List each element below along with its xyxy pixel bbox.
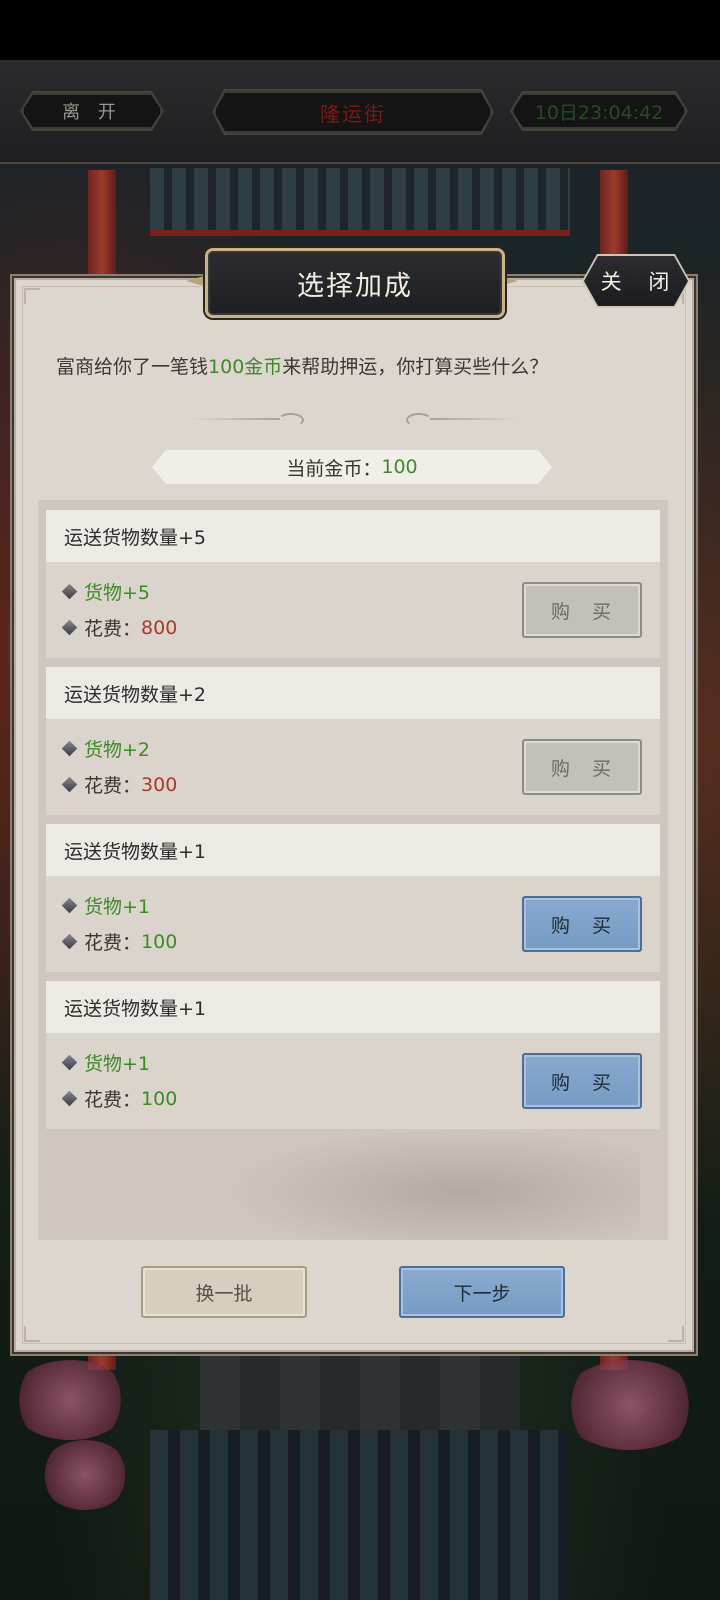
cost-value: 300 xyxy=(141,773,178,796)
item-body: 货物+1 花费： 100 购 买 xyxy=(46,876,660,972)
cost-value: 100 xyxy=(141,1087,178,1110)
item-body: 货物+5 花费： 800 购 买 xyxy=(46,562,660,658)
courtyard xyxy=(200,1345,520,1435)
divider xyxy=(430,418,520,420)
gold-label: 当前金币： xyxy=(286,457,382,480)
divider xyxy=(190,418,280,420)
buy-button[interactable]: 购 买 xyxy=(522,739,642,795)
goods-value: 货物+2 xyxy=(84,739,151,761)
cost-label: 花费： xyxy=(84,775,142,797)
blossom-tree xyxy=(560,1360,700,1450)
cost-line: 花费： 100 xyxy=(61,928,178,955)
next-step-button[interactable]: 下一步 xyxy=(399,1266,565,1318)
bonus-item: 运送货物数量+1 货物+1 花费： 100 购 买 xyxy=(46,824,660,972)
cost-value: 100 xyxy=(141,930,178,953)
bonus-item: 运送货物数量+2 货物+2 花费： 300 购 买 xyxy=(46,667,660,815)
location-label: 隆运街 xyxy=(214,91,492,133)
item-title: 运送货物数量+1 xyxy=(46,981,660,1033)
divider-ornament xyxy=(278,413,304,427)
cost-value: 800 xyxy=(141,616,178,639)
goods-line: 货物+1 xyxy=(61,1049,151,1076)
palace-roof xyxy=(150,168,570,236)
goods-line: 货物+5 xyxy=(61,578,151,605)
goods-value: 货物+1 xyxy=(84,1053,151,1075)
goods-line: 货物+2 xyxy=(61,735,151,762)
datetime-label: 10日23:04:42 xyxy=(512,93,686,129)
prompt-text: 富商给你了一笔钱 xyxy=(56,356,209,378)
diamond-icon xyxy=(61,897,78,914)
item-title: 运送货物数量+1 xyxy=(46,824,660,876)
cost-label: 花费： xyxy=(84,932,142,954)
diamond-icon xyxy=(61,1090,78,1107)
divider-ornament xyxy=(406,413,432,427)
top-bar: 离 开 隆运街 10日23:04:42 xyxy=(0,60,720,164)
item-body: 货物+1 花费： 100 购 买 xyxy=(46,1033,660,1129)
cost-label: 花费： xyxy=(84,618,142,640)
buy-button[interactable]: 购 买 xyxy=(522,896,642,952)
bonus-item: 运送货物数量+5 货物+5 花费： 800 购 买 xyxy=(46,510,660,658)
blossom-tree xyxy=(40,1440,130,1510)
cost-line: 花费： 800 xyxy=(61,614,178,641)
ink-landscape xyxy=(200,1120,640,1240)
dialog-title: 选择加成 xyxy=(205,248,505,318)
gate-roof xyxy=(150,1430,570,1600)
leave-button[interactable]: 离 开 xyxy=(22,93,162,129)
frame-corner xyxy=(24,1326,40,1342)
buy-button[interactable]: 购 买 xyxy=(522,582,642,638)
frame-corner xyxy=(668,1326,684,1342)
diamond-icon xyxy=(61,583,78,600)
prompt-text: 来帮助押运，你打算买些什么？ xyxy=(282,356,549,378)
close-button[interactable]: 关 闭 xyxy=(584,256,688,306)
current-gold-banner: 当前金币： 100 xyxy=(152,450,552,484)
frame-corner xyxy=(24,288,40,304)
diamond-icon xyxy=(61,1054,78,1071)
diamond-icon xyxy=(61,933,78,950)
goods-value: 货物+5 xyxy=(84,582,151,604)
item-body: 货物+2 花费： 300 购 买 xyxy=(46,719,660,815)
diamond-icon xyxy=(61,776,78,793)
item-title: 运送货物数量+2 xyxy=(46,667,660,719)
prompt-amount: 100金币 xyxy=(208,356,283,378)
cost-line: 花费： 100 xyxy=(61,1085,178,1112)
diamond-icon xyxy=(61,740,78,757)
status-bar xyxy=(0,0,720,60)
refresh-batch-button[interactable]: 换一批 xyxy=(141,1266,307,1318)
cost-label: 花费： xyxy=(84,1089,142,1111)
goods-line: 货物+1 xyxy=(61,892,151,919)
diamond-icon xyxy=(61,619,78,636)
gold-value: 100 xyxy=(381,456,418,478)
dialog-prompt: 富商给你了一笔钱100金币来帮助押运，你打算买些什么？ xyxy=(56,352,666,379)
cost-line: 花费： 300 xyxy=(61,771,178,798)
blossom-tree xyxy=(10,1360,130,1440)
buy-button[interactable]: 购 买 xyxy=(522,1053,642,1109)
goods-value: 货物+1 xyxy=(84,896,151,918)
bonus-item: 运送货物数量+1 货物+1 花费： 100 购 买 xyxy=(46,981,660,1129)
item-title: 运送货物数量+5 xyxy=(46,510,660,562)
